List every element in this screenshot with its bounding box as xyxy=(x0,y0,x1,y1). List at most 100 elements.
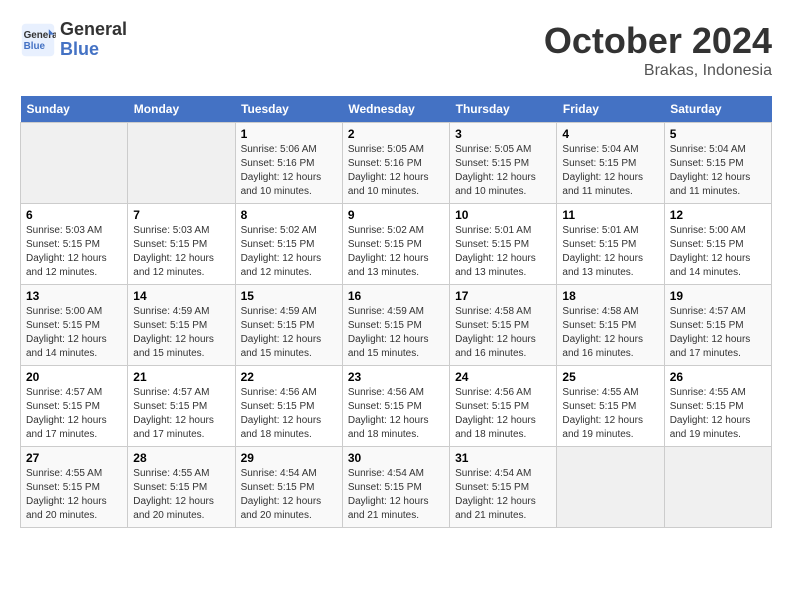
day-info: Sunrise: 5:01 AM Sunset: 5:15 PM Dayligh… xyxy=(455,224,551,280)
day-info: Sunrise: 4:54 AM Sunset: 5:15 PM Dayligh… xyxy=(455,467,551,523)
day-info: Sunrise: 5:03 AM Sunset: 5:15 PM Dayligh… xyxy=(26,224,122,280)
day-number: 18 xyxy=(562,289,658,303)
calendar-cell: 26 Sunrise: 4:55 AM Sunset: 5:15 PM Dayli… xyxy=(664,366,771,447)
svg-text:Blue: Blue xyxy=(24,41,46,52)
calendar-cell: 7 Sunrise: 5:03 AM Sunset: 5:15 PM Daylig… xyxy=(128,204,235,285)
day-number: 24 xyxy=(455,370,551,384)
day-info: Sunrise: 5:06 AM Sunset: 5:16 PM Dayligh… xyxy=(241,143,337,199)
calendar-cell: 20 Sunrise: 4:57 AM Sunset: 5:15 PM Dayli… xyxy=(21,366,128,447)
day-number: 22 xyxy=(241,370,337,384)
calendar-cell: 8Sunrise: 5:02 AM Sunset: 5:15 PM Daylig… xyxy=(235,204,342,285)
day-number: 12 xyxy=(670,208,766,222)
calendar-week-row: 13 Sunrise: 5:00 AM Sunset: 5:15 PM Dayli… xyxy=(21,285,772,366)
day-info: Sunrise: 5:04 AM Sunset: 5:15 PM Dayligh… xyxy=(670,143,766,199)
day-number: 14 xyxy=(133,289,229,303)
calendar-cell: 22 Sunrise: 4:56 AM Sunset: 5:15 PM Dayli… xyxy=(235,366,342,447)
day-number: 23 xyxy=(348,370,444,384)
calendar-cell: 23 Sunrise: 4:56 AM Sunset: 5:15 PM Dayli… xyxy=(342,366,449,447)
day-number: 11 xyxy=(562,208,658,222)
calendar-cell: 5 Sunrise: 5:04 AM Sunset: 5:15 PM Daylig… xyxy=(664,123,771,204)
calendar-cell: 17 Sunrise: 4:58 AM Sunset: 5:15 PM Dayli… xyxy=(450,285,557,366)
day-number: 20 xyxy=(26,370,122,384)
day-info: Sunrise: 4:55 AM Sunset: 5:15 PM Dayligh… xyxy=(670,386,766,442)
day-number: 25 xyxy=(562,370,658,384)
calendar-table: SundayMondayTuesdayWednesdayThursdayFrid… xyxy=(20,96,772,528)
day-info: Sunrise: 4:57 AM Sunset: 5:15 PM Dayligh… xyxy=(670,305,766,361)
calendar-cell: 30Sunrise: 4:54 AM Sunset: 5:15 PM Dayli… xyxy=(342,447,449,528)
day-info: Sunrise: 5:00 AM Sunset: 5:15 PM Dayligh… xyxy=(26,305,122,361)
day-info: Sunrise: 5:05 AM Sunset: 5:16 PM Dayligh… xyxy=(348,143,444,199)
location: Brakas, Indonesia xyxy=(544,62,772,80)
day-info: Sunrise: 4:56 AM Sunset: 5:15 PM Dayligh… xyxy=(348,386,444,442)
logo-text: General Blue xyxy=(60,20,127,60)
day-info: Sunrise: 4:55 AM Sunset: 5:15 PM Dayligh… xyxy=(26,467,122,523)
calendar-cell: 24 Sunrise: 4:56 AM Sunset: 5:15 PM Dayli… xyxy=(450,366,557,447)
calendar-cell xyxy=(128,123,235,204)
logo-line2: Blue xyxy=(60,40,127,60)
weekday-header: Friday xyxy=(557,96,664,123)
day-info: Sunrise: 5:01 AM Sunset: 5:15 PM Dayligh… xyxy=(562,224,658,280)
calendar-week-row: 27Sunrise: 4:55 AM Sunset: 5:15 PM Dayli… xyxy=(21,447,772,528)
day-number: 13 xyxy=(26,289,122,303)
calendar-cell xyxy=(21,123,128,204)
day-number: 2 xyxy=(348,127,444,141)
day-info: Sunrise: 4:54 AM Sunset: 5:15 PM Dayligh… xyxy=(241,467,337,523)
day-info: Sunrise: 5:02 AM Sunset: 5:15 PM Dayligh… xyxy=(348,224,444,280)
logo-line1: General xyxy=(60,20,127,40)
calendar-cell: 12Sunrise: 5:00 AM Sunset: 5:15 PM Dayli… xyxy=(664,204,771,285)
day-info: Sunrise: 4:55 AM Sunset: 5:15 PM Dayligh… xyxy=(133,467,229,523)
day-info: Sunrise: 4:57 AM Sunset: 5:15 PM Dayligh… xyxy=(26,386,122,442)
day-number: 9 xyxy=(348,208,444,222)
calendar-cell: 4Sunrise: 5:04 AM Sunset: 5:15 PM Daylig… xyxy=(557,123,664,204)
day-number: 26 xyxy=(670,370,766,384)
title-block: October 2024 Brakas, Indonesia xyxy=(544,20,772,80)
weekday-header: Thursday xyxy=(450,96,557,123)
calendar-cell: 21 Sunrise: 4:57 AM Sunset: 5:15 PM Dayli… xyxy=(128,366,235,447)
logo: General Blue General Blue xyxy=(20,20,127,60)
day-number: 5 xyxy=(670,127,766,141)
day-info: Sunrise: 4:58 AM Sunset: 5:15 PM Dayligh… xyxy=(455,305,551,361)
day-number: 7 xyxy=(133,208,229,222)
calendar-cell: 6Sunrise: 5:03 AM Sunset: 5:15 PM Daylig… xyxy=(21,204,128,285)
calendar-cell: 28 Sunrise: 4:55 AM Sunset: 5:15 PM Dayli… xyxy=(128,447,235,528)
weekday-header-row: SundayMondayTuesdayWednesdayThursdayFrid… xyxy=(21,96,772,123)
day-number: 10 xyxy=(455,208,551,222)
calendar-cell: 2 Sunrise: 5:05 AM Sunset: 5:16 PM Daylig… xyxy=(342,123,449,204)
calendar-cell: 19Sunrise: 4:57 AM Sunset: 5:15 PM Dayli… xyxy=(664,285,771,366)
weekday-header: Tuesday xyxy=(235,96,342,123)
calendar-cell: 31 Sunrise: 4:54 AM Sunset: 5:15 PM Dayli… xyxy=(450,447,557,528)
day-number: 16 xyxy=(348,289,444,303)
day-number: 28 xyxy=(133,451,229,465)
calendar-cell: 3Sunrise: 5:05 AM Sunset: 5:15 PM Daylig… xyxy=(450,123,557,204)
calendar-cell: 29Sunrise: 4:54 AM Sunset: 5:15 PM Dayli… xyxy=(235,447,342,528)
day-number: 31 xyxy=(455,451,551,465)
day-info: Sunrise: 5:02 AM Sunset: 5:15 PM Dayligh… xyxy=(241,224,337,280)
calendar-cell: 11 Sunrise: 5:01 AM Sunset: 5:15 PM Dayli… xyxy=(557,204,664,285)
day-info: Sunrise: 4:54 AM Sunset: 5:15 PM Dayligh… xyxy=(348,467,444,523)
calendar-cell: 14 Sunrise: 4:59 AM Sunset: 5:15 PM Dayli… xyxy=(128,285,235,366)
logo-icon: General Blue xyxy=(20,22,56,58)
day-info: Sunrise: 4:59 AM Sunset: 5:15 PM Dayligh… xyxy=(241,305,337,361)
calendar-cell: 1Sunrise: 5:06 AM Sunset: 5:16 PM Daylig… xyxy=(235,123,342,204)
day-info: Sunrise: 4:57 AM Sunset: 5:15 PM Dayligh… xyxy=(133,386,229,442)
calendar-week-row: 6Sunrise: 5:03 AM Sunset: 5:15 PM Daylig… xyxy=(21,204,772,285)
day-number: 17 xyxy=(455,289,551,303)
day-info: Sunrise: 4:55 AM Sunset: 5:15 PM Dayligh… xyxy=(562,386,658,442)
day-info: Sunrise: 5:04 AM Sunset: 5:15 PM Dayligh… xyxy=(562,143,658,199)
weekday-header: Saturday xyxy=(664,96,771,123)
day-info: Sunrise: 4:58 AM Sunset: 5:15 PM Dayligh… xyxy=(562,305,658,361)
calendar-cell: 15Sunrise: 4:59 AM Sunset: 5:15 PM Dayli… xyxy=(235,285,342,366)
day-info: Sunrise: 4:59 AM Sunset: 5:15 PM Dayligh… xyxy=(133,305,229,361)
day-info: Sunrise: 4:56 AM Sunset: 5:15 PM Dayligh… xyxy=(241,386,337,442)
month-title: October 2024 xyxy=(544,20,772,62)
day-info: Sunrise: 5:05 AM Sunset: 5:15 PM Dayligh… xyxy=(455,143,551,199)
day-info: Sunrise: 4:56 AM Sunset: 5:15 PM Dayligh… xyxy=(455,386,551,442)
calendar-cell xyxy=(557,447,664,528)
day-info: Sunrise: 5:03 AM Sunset: 5:15 PM Dayligh… xyxy=(133,224,229,280)
calendar-cell: 10 Sunrise: 5:01 AM Sunset: 5:15 PM Dayli… xyxy=(450,204,557,285)
calendar-cell xyxy=(664,447,771,528)
calendar-cell: 25 Sunrise: 4:55 AM Sunset: 5:15 PM Dayli… xyxy=(557,366,664,447)
calendar-cell: 13 Sunrise: 5:00 AM Sunset: 5:15 PM Dayli… xyxy=(21,285,128,366)
day-number: 21 xyxy=(133,370,229,384)
calendar-cell: 18 Sunrise: 4:58 AM Sunset: 5:15 PM Dayli… xyxy=(557,285,664,366)
